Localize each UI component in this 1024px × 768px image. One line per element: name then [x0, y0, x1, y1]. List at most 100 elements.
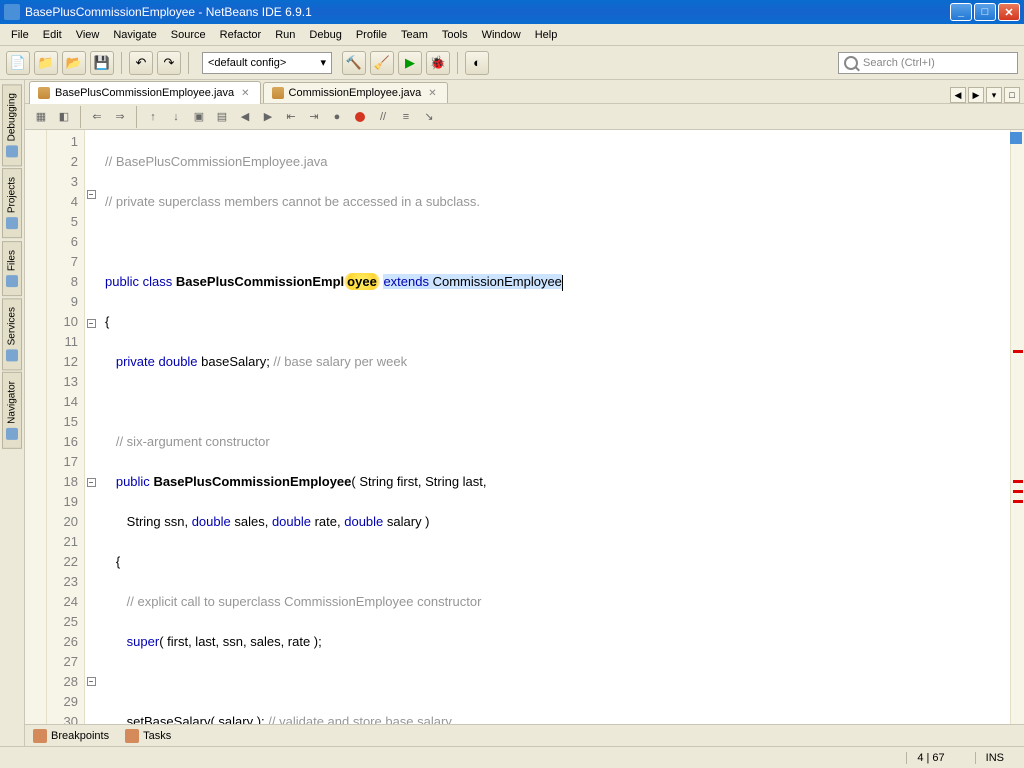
back-icon[interactable]: ⇐ [87, 107, 107, 127]
separator [188, 52, 189, 74]
fold-icon[interactable]: − [87, 190, 96, 199]
projects-icon [6, 218, 18, 230]
menu-view[interactable]: View [69, 26, 107, 44]
debugging-icon [6, 145, 18, 157]
toggle-highlight-icon[interactable]: ▣ [189, 107, 209, 127]
services-icon [6, 349, 18, 361]
error-marker[interactable] [1013, 490, 1023, 493]
build-icon[interactable]: 🔨 [342, 51, 366, 75]
config-select[interactable]: <default config>▾ [202, 52, 332, 74]
menu-bar: File Edit View Navigate Source Refactor … [0, 24, 1024, 46]
history-icon[interactable]: ◧ [54, 107, 74, 127]
tab-close-icon[interactable]: ✕ [239, 88, 251, 99]
maximize-button[interactable]: □ [974, 3, 996, 21]
java-file-icon [272, 87, 284, 99]
window-title: BasePlusCommissionEmployee - NetBeans ID… [25, 5, 950, 19]
code-content[interactable]: // BasePlusCommissionEmployee.java // pr… [97, 130, 1010, 724]
tab-prev-icon[interactable]: ◀ [950, 87, 966, 103]
macro-stop-icon[interactable] [350, 107, 370, 127]
menu-navigate[interactable]: Navigate [106, 26, 163, 44]
forward-icon[interactable]: ⇒ [110, 107, 130, 127]
bottom-panel: Breakpoints Tasks [25, 724, 1024, 746]
editor-area: BasePlusCommissionEmployee.java ✕ Commiss… [25, 80, 1024, 746]
app-icon [4, 4, 20, 20]
profile-icon[interactable]: ◐ [465, 51, 489, 75]
tab-label: BasePlusCommissionEmployee.java [55, 87, 234, 99]
new-project-icon[interactable]: 📁 [34, 51, 58, 75]
find-next-icon[interactable]: ↓ [166, 107, 186, 127]
sidebar-services[interactable]: Services [2, 298, 22, 370]
goto-icon[interactable]: ↘ [419, 107, 439, 127]
tab-close-icon[interactable]: ✕ [426, 88, 438, 99]
tasks-tab[interactable]: Tasks [125, 729, 171, 743]
tasks-icon [125, 729, 139, 743]
debug-icon[interactable]: 🐞 [426, 51, 450, 75]
search-icon [844, 56, 858, 70]
sidebar-navigator[interactable]: Navigator [2, 372, 22, 449]
menu-window[interactable]: Window [475, 26, 528, 44]
menu-edit[interactable]: Edit [36, 26, 69, 44]
menu-source[interactable]: Source [164, 26, 213, 44]
shift-left-icon[interactable]: ⇤ [281, 107, 301, 127]
menu-file[interactable]: File [4, 26, 36, 44]
tab-commission[interactable]: CommissionEmployee.java✕ [263, 82, 448, 103]
menu-refactor[interactable]: Refactor [213, 26, 269, 44]
menu-help[interactable]: Help [528, 26, 565, 44]
tab-next-icon[interactable]: ▶ [968, 87, 984, 103]
next-bookmark-icon[interactable]: ▶ [258, 107, 278, 127]
error-marker[interactable] [1013, 350, 1023, 353]
search-input[interactable]: Search (Ctrl+I) [838, 52, 1018, 74]
sidebar-files[interactable]: Files [2, 241, 22, 296]
save-icon[interactable]: 💾 [90, 51, 114, 75]
menu-profile[interactable]: Profile [349, 26, 394, 44]
fold-icon[interactable]: − [87, 319, 96, 328]
error-marker[interactable] [1013, 500, 1023, 503]
run-icon[interactable]: ▶ [398, 51, 422, 75]
config-label: <default config> [208, 57, 286, 69]
undo-icon[interactable]: ↶ [129, 51, 153, 75]
left-sidebar: Debugging Projects Files Services Naviga… [0, 80, 25, 746]
breakpoints-icon [33, 729, 47, 743]
minimize-button[interactable]: _ [950, 3, 972, 21]
breakpoints-tab[interactable]: Breakpoints [33, 729, 109, 743]
fold-icon[interactable]: − [87, 478, 96, 487]
comment-icon[interactable]: // [373, 107, 393, 127]
tab-max-icon[interactable]: □ [1004, 87, 1020, 103]
fold-column[interactable]: − − − − [85, 130, 97, 724]
tab-list-icon[interactable]: ▾ [986, 87, 1002, 103]
sidebar-debugging[interactable]: Debugging [2, 84, 22, 166]
bookmark-icon[interactable]: ▤ [212, 107, 232, 127]
uncomment-icon[interactable]: ≡ [396, 107, 416, 127]
search-placeholder: Search (Ctrl+I) [863, 57, 935, 69]
menu-run[interactable]: Run [268, 26, 302, 44]
sidebar-projects[interactable]: Projects [2, 168, 22, 238]
inspect-icon[interactable] [1010, 132, 1022, 144]
source-view-icon[interactable]: ▦ [31, 107, 51, 127]
error-stripe[interactable] [1010, 130, 1024, 724]
editor-toolbar: ▦ ◧ ⇐ ⇒ ↑ ↓ ▣ ▤ ◀ ▶ ⇤ ⇥ ● // ≡ ↘ [25, 104, 1024, 130]
code-editor[interactable]: 12345 678910 1112131415 1617181920 21222… [25, 130, 1024, 724]
shift-right-icon[interactable]: ⇥ [304, 107, 324, 127]
find-prev-icon[interactable]: ↑ [143, 107, 163, 127]
macro-start-icon[interactable]: ● [327, 107, 347, 127]
line-numbers: 12345 678910 1112131415 1617181920 21222… [47, 130, 85, 724]
fold-icon[interactable]: − [87, 677, 96, 686]
open-icon[interactable]: 📂 [62, 51, 86, 75]
new-file-icon[interactable]: 📄 [6, 51, 30, 75]
close-button[interactable]: ✕ [998, 3, 1020, 21]
insert-mode: INS [975, 752, 1014, 764]
separator [80, 106, 81, 128]
menu-team[interactable]: Team [394, 26, 435, 44]
annotation-gutter [25, 130, 47, 724]
tab-nav: ◀ ▶ ▾ □ [950, 87, 1020, 103]
status-bar: 4 | 67 INS [0, 746, 1024, 768]
clean-build-icon[interactable]: 🧹 [370, 51, 394, 75]
menu-tools[interactable]: Tools [435, 26, 475, 44]
prev-bookmark-icon[interactable]: ◀ [235, 107, 255, 127]
separator [457, 52, 458, 74]
error-marker[interactable] [1013, 480, 1023, 483]
java-file-icon [38, 87, 50, 99]
tab-baseplus[interactable]: BasePlusCommissionEmployee.java ✕ [29, 81, 261, 104]
redo-icon[interactable]: ↷ [157, 51, 181, 75]
menu-debug[interactable]: Debug [302, 26, 348, 44]
